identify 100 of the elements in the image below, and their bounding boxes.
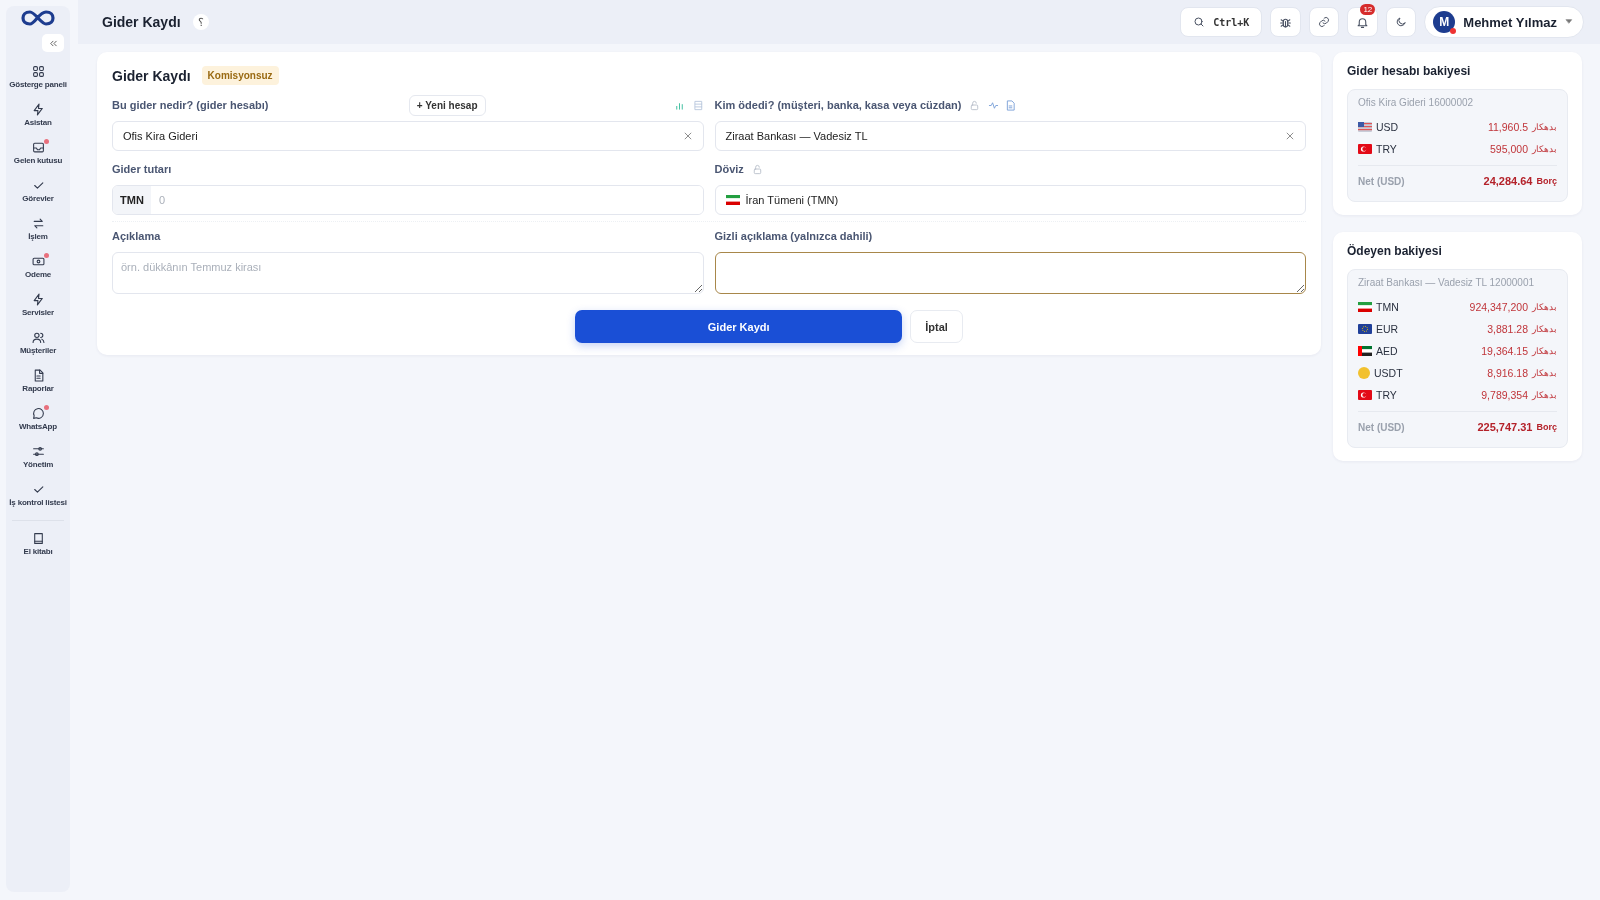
debtor-label: بدهکار bbox=[1532, 346, 1557, 356]
nav-item[interactable]: Yönetim bbox=[6, 438, 70, 476]
balance-amount: 3,881.28 bbox=[1487, 323, 1528, 335]
nav-item[interactable]: Servisler bbox=[6, 286, 70, 324]
document-icon bbox=[1005, 99, 1017, 111]
lightning-icon bbox=[31, 293, 45, 306]
payer-select[interactable]: Ziraat Bankası — Vadesiz TL bbox=[714, 121, 1306, 151]
caret-icon bbox=[1565, 17, 1573, 25]
balance-amount: 924,347,200 bbox=[1469, 301, 1528, 313]
collapse-button[interactable] bbox=[42, 34, 64, 52]
cancel-button[interactable]: İptal bbox=[910, 310, 963, 343]
notifications-button[interactable]: 12 bbox=[1347, 7, 1379, 37]
balance-amount: 11,960.5 bbox=[1487, 121, 1528, 133]
debt-label: Borç bbox=[1536, 176, 1557, 186]
avatar: M bbox=[1433, 11, 1456, 33]
search-button[interactable]: Ctrl+K bbox=[1180, 7, 1263, 37]
nav-item[interactable]: Odeme bbox=[6, 248, 70, 286]
expense-account-select[interactable]: Ofis Kira Gideri bbox=[112, 121, 704, 151]
currency-code: TMN bbox=[1376, 301, 1400, 313]
submit-button[interactable]: Gider Kaydı bbox=[575, 310, 903, 343]
bell-icon bbox=[1356, 15, 1370, 29]
book-icon bbox=[31, 532, 45, 545]
nav-item[interactable]: İş kontrol listesi bbox=[6, 476, 70, 514]
currency-select[interactable]: İran Tümeni (TMN) bbox=[714, 185, 1306, 215]
description-field[interactable]: örn. dükkânın Temmuz kirası bbox=[112, 252, 704, 294]
nav-item[interactable]: WhatsApp bbox=[6, 400, 70, 438]
debtor-label: بدهکار bbox=[1532, 144, 1557, 154]
nav-item[interactable]: Gösterge paneli bbox=[6, 58, 70, 96]
notification-count: 12 bbox=[1360, 4, 1376, 15]
flag-icon bbox=[1358, 302, 1372, 312]
moon-icon bbox=[1395, 16, 1408, 28]
account-name: Ofis Kira Gideri 16000002 bbox=[1358, 97, 1475, 108]
nav-item[interactable]: Gelen kutusu bbox=[6, 134, 70, 172]
help-button[interactable]: ؟ bbox=[192, 14, 209, 30]
logo-icon bbox=[21, 10, 55, 26]
field-label: Gizli açıklama (yalnızca dahili) bbox=[714, 230, 873, 242]
close-icon bbox=[1285, 131, 1295, 141]
balance-amount: 8,916.18 bbox=[1487, 367, 1528, 379]
debt-label: Borç bbox=[1536, 422, 1557, 432]
currency-code: USD bbox=[1376, 121, 1400, 133]
pulse-icon bbox=[988, 99, 1000, 111]
commission-free-tag: Komisyonsuz bbox=[201, 66, 279, 85]
page-title: Gider Kaydı bbox=[102, 14, 181, 30]
account-name: Ziraat Bankası — Vadesiz TL 12000001 bbox=[1358, 277, 1536, 288]
currency-code: USDT bbox=[1374, 367, 1404, 379]
bug-button[interactable] bbox=[1270, 7, 1302, 37]
nav-item[interactable]: Müşteriler bbox=[6, 324, 70, 362]
nav-item[interactable]: İşlem bbox=[6, 210, 70, 248]
net-label: Net (USD) bbox=[1358, 421, 1406, 433]
flag-icon bbox=[1358, 122, 1372, 132]
nav-item[interactable]: Görevler bbox=[6, 172, 70, 210]
currency-code: TRY bbox=[1376, 389, 1398, 401]
debtor-label: بدهکار bbox=[1532, 122, 1557, 132]
flag-icon bbox=[1358, 346, 1372, 356]
flag-icon bbox=[1358, 144, 1372, 154]
search-icon bbox=[1193, 16, 1206, 28]
currency-code: TRY bbox=[1376, 143, 1398, 155]
balance-amount: 19,364.15 bbox=[1481, 345, 1528, 357]
currency-code: AED bbox=[1376, 345, 1399, 357]
inbox-icon bbox=[31, 141, 45, 154]
private-note-field[interactable] bbox=[714, 252, 1306, 294]
grid-icon bbox=[31, 65, 45, 78]
swap-arrows-icon bbox=[31, 217, 45, 230]
debtor-label: بدهکار bbox=[1532, 324, 1557, 334]
users-icon bbox=[31, 331, 45, 344]
net-amount: 24,284.64 bbox=[1483, 175, 1533, 187]
flag-icon bbox=[1358, 324, 1372, 334]
card-title: Ödeyen bakiyesi bbox=[1347, 244, 1443, 258]
form-title: Gider Kaydı bbox=[112, 67, 191, 84]
user-menu[interactable]: M Mehmet Yılmaz bbox=[1424, 6, 1584, 38]
check-icon bbox=[31, 179, 45, 192]
new-account-button[interactable]: + Yeni hesap bbox=[408, 94, 486, 116]
coin-icon bbox=[1358, 367, 1370, 379]
debtor-label: بدهکار bbox=[1532, 368, 1557, 378]
flag-icon bbox=[1358, 390, 1372, 400]
lock-icon bbox=[969, 99, 981, 111]
debtor-label: بدهکار bbox=[1532, 302, 1557, 312]
link-button[interactable] bbox=[1309, 7, 1340, 37]
debtor-label: بدهکار bbox=[1532, 390, 1557, 400]
sliders-icon bbox=[31, 445, 45, 458]
lock-icon bbox=[751, 163, 763, 175]
field-label: Kim ödedi? (müşteri, banka, kasa veya cüzdan) bbox=[714, 99, 962, 111]
chat-bubble-icon bbox=[31, 407, 45, 420]
nav-item[interactable]: Asistan bbox=[6, 96, 70, 134]
flag-icon bbox=[725, 195, 740, 205]
balance-amount: 595,000 bbox=[1490, 143, 1528, 155]
dark-mode-button[interactable] bbox=[1386, 7, 1417, 37]
field-label: Döviz bbox=[714, 163, 744, 175]
link-icon bbox=[1318, 16, 1331, 28]
nav-item[interactable]: El kitabı bbox=[6, 525, 70, 563]
nav-item[interactable]: Raporlar bbox=[6, 362, 70, 400]
balance-amount: 9,789,354 bbox=[1481, 389, 1528, 401]
card-title: Gider hesabı bakiyesi bbox=[1347, 64, 1472, 78]
lightning-icon bbox=[31, 103, 45, 116]
amount-field[interactable]: TMN 0 bbox=[112, 185, 704, 215]
banknote-icon bbox=[31, 255, 45, 268]
field-label: Açıklama bbox=[112, 230, 161, 242]
spreadsheet-icon bbox=[692, 99, 704, 111]
currency-code: EUR bbox=[1376, 323, 1400, 335]
field-label: Gider tutarı bbox=[112, 163, 172, 175]
